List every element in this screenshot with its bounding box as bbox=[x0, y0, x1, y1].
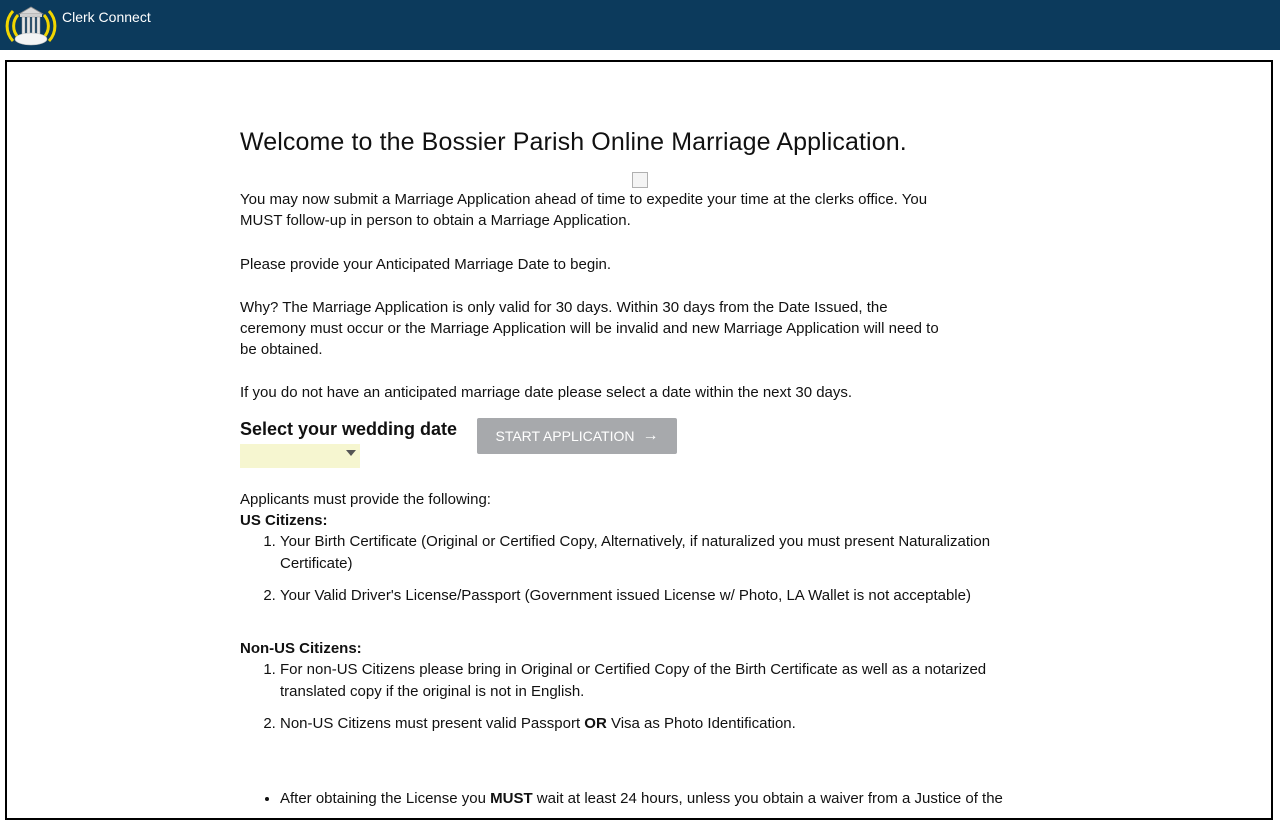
start-application-label: START APPLICATION bbox=[495, 428, 635, 444]
prompt-text: Please provide your Anticipated Marriage… bbox=[240, 256, 612, 273]
broken-image-icon bbox=[632, 172, 648, 188]
must-emphasis: MUST bbox=[490, 790, 533, 807]
list-item: Non-US Citizens must present valid Passp… bbox=[280, 713, 1020, 735]
list-item: Your Valid Driver's License/Passport (Go… bbox=[280, 585, 1020, 607]
list-item: Your Birth Certificate (Original or Cert… bbox=[280, 531, 1020, 575]
wedding-date-label: Select your wedding date bbox=[240, 419, 458, 439]
list-item: After obtaining the License you MUST wai… bbox=[280, 788, 1060, 809]
note-text: wait at least 24 hours, unless you obtai… bbox=[532, 790, 1003, 807]
intro-text: You may now submit a Marriage Applicatio… bbox=[240, 191, 928, 229]
wedding-date-select[interactable] bbox=[240, 444, 360, 468]
non-us-requirements: Non-US Citizens: For non-US Citizens ple… bbox=[240, 638, 1020, 745]
requirements-intro: Applicants must provide the following: bbox=[240, 491, 491, 508]
no-date-text: If you do not have an anticipated marria… bbox=[240, 384, 853, 401]
or-emphasis: OR bbox=[584, 715, 607, 732]
top-bar: Clerk Connect bbox=[0, 0, 1280, 50]
list-item-text: Non-US Citizens must present valid Passp… bbox=[280, 715, 585, 732]
page-title: Welcome to the Bossier Parish Online Mar… bbox=[240, 128, 907, 156]
chevron-down-icon bbox=[346, 450, 356, 456]
notes-list: After obtaining the License you MUST wai… bbox=[240, 788, 1060, 809]
us-requirements: Applicants must provide the following: U… bbox=[240, 489, 1020, 617]
us-requirements-list: Your Birth Certificate (Original or Cert… bbox=[240, 531, 1020, 607]
us-citizens-heading: US Citizens: bbox=[240, 512, 328, 529]
list-item-text: Visa as Photo Identification. bbox=[606, 715, 796, 732]
start-application-button[interactable]: START APPLICATION → bbox=[477, 418, 677, 454]
note-text: After obtaining the License you bbox=[280, 790, 491, 807]
non-us-citizens-heading: Non-US Citizens: bbox=[240, 640, 362, 657]
courthouse-signal-icon[interactable] bbox=[4, 3, 58, 47]
non-us-requirements-list: For non-US Citizens please bring in Orig… bbox=[240, 659, 1020, 735]
list-item: For non-US Citizens please bring in Orig… bbox=[280, 659, 1020, 703]
main-content: Welcome to the Bossier Parish Online Mar… bbox=[240, 128, 1020, 807]
arrow-right-icon: → bbox=[642, 427, 659, 444]
app-title: Clerk Connect bbox=[62, 9, 151, 25]
validity-text: Why? The Marriage Application is only va… bbox=[240, 299, 939, 358]
